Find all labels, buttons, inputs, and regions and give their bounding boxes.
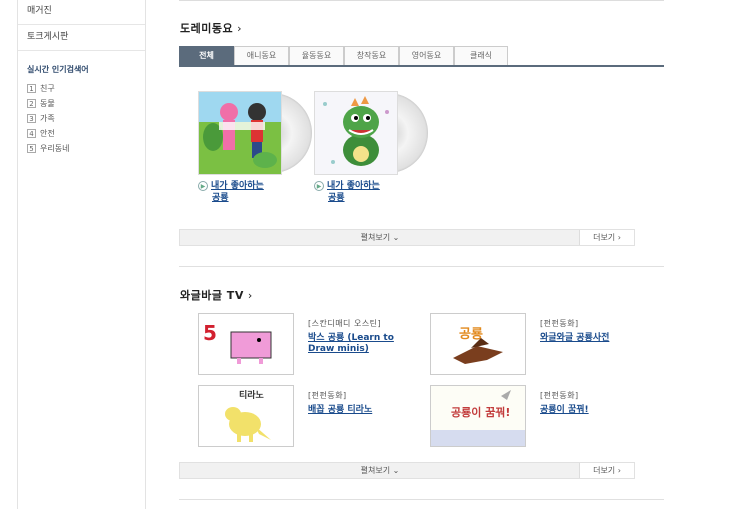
play-icon[interactable]: ▶ xyxy=(198,180,208,191)
chevron-down-icon: ⌄ xyxy=(392,233,400,242)
tab-all[interactable]: 전체 xyxy=(179,46,234,65)
section-title-text: 와글바글 TV xyxy=(180,289,244,302)
album-art-image xyxy=(198,91,282,175)
thumb-number-text: 5 xyxy=(203,321,217,345)
more-label: 더보기 xyxy=(593,233,616,242)
video-category: [펀펀동화] xyxy=(540,391,579,400)
video-thumbnail[interactable]: 공룡이 꿈꿔! xyxy=(430,385,526,447)
video-item[interactable]: 티라노 [펀펀동화] 배꼽 공룡 티라노 xyxy=(198,385,428,449)
video-title-link[interactable]: 와글와글 공룡사전 xyxy=(540,333,650,344)
video-item[interactable]: 공룡 [펀펀동화] 와글와글 공룡사전 xyxy=(430,313,660,377)
popular-search-item[interactable]: 1 친구 xyxy=(18,81,145,96)
sidebar-link-magazine[interactable]: 매거진 xyxy=(18,0,145,25)
video-title-link[interactable]: 배꼽 공룡 티라노 xyxy=(308,405,418,416)
popular-search-title: 실시간 인기검색어 xyxy=(27,65,89,74)
video-thumbnail[interactable]: 티라노 xyxy=(198,385,294,447)
rank-number: 3 xyxy=(27,114,36,123)
expand-button[interactable]: 펼쳐보기 ⌄ xyxy=(180,230,580,245)
video-thumbnail[interactable]: 5 xyxy=(198,313,294,375)
section-title-text: 도레미동요 xyxy=(180,22,234,35)
expand-label: 펼쳐보기 xyxy=(360,233,391,242)
album-title-line2: 공룡 xyxy=(212,193,229,203)
thumb-title-text: 티라노 xyxy=(239,389,265,401)
tab-dance-songs[interactable]: 율동동요 xyxy=(289,46,344,65)
tab-animation-songs[interactable]: 애니동요 xyxy=(234,46,289,65)
rank-number: 4 xyxy=(27,129,36,138)
expand-bar: 펼쳐보기 ⌄ 더보기 › xyxy=(179,462,635,479)
tab-english-songs[interactable]: 영어동요 xyxy=(399,46,454,65)
more-button[interactable]: 더보기 › xyxy=(579,463,634,478)
play-icon[interactable]: ▶ xyxy=(314,180,324,191)
popular-search-item[interactable]: 5 우리동네 xyxy=(18,141,145,156)
tab-classical[interactable]: 클래식 xyxy=(454,46,508,65)
section-title-wagle-tv[interactable]: 와글바글 TV › xyxy=(180,287,253,303)
album-card[interactable]: ▶ 내가 좋아하는공룡 xyxy=(314,91,428,204)
video-thumbnail[interactable]: 공룡 xyxy=(430,313,526,375)
album-card[interactable]: ▶ 내가 좋아하는공룡 xyxy=(198,91,312,204)
expand-label: 펼쳐보기 xyxy=(360,466,391,475)
more-button[interactable]: 더보기 › xyxy=(579,230,634,245)
section-title-doremi[interactable]: 도레미동요 › xyxy=(180,20,242,36)
album-title-line1: 내가 좋아하는 xyxy=(211,181,264,191)
rank-number: 1 xyxy=(27,84,36,93)
chevron-right-icon: › xyxy=(617,233,621,242)
album-title-link[interactable]: ▶ 내가 좋아하는공룡 xyxy=(198,180,298,204)
expand-bar: 펼쳐보기 ⌄ 더보기 › xyxy=(179,229,635,246)
video-category: [펀펀동화] xyxy=(540,319,579,328)
album-art-image xyxy=(314,91,398,175)
chevron-right-icon: › xyxy=(237,22,243,35)
rank-label: 친구 xyxy=(40,84,55,93)
popular-search-item[interactable]: 3 가족 xyxy=(18,111,145,126)
chevron-right-icon: › xyxy=(617,466,621,475)
album-cover[interactable] xyxy=(198,91,312,175)
album-title-link[interactable]: ▶ 내가 좋아하는공룡 xyxy=(314,180,414,204)
section-divider xyxy=(179,499,664,500)
popular-search-item[interactable]: 2 동물 xyxy=(18,96,145,111)
rank-label: 우리동네 xyxy=(40,144,70,153)
rank-number: 2 xyxy=(27,99,36,108)
sidebar-link-talk-board[interactable]: 토크게시판 xyxy=(18,25,145,51)
category-tabs: 전체 애니동요 율동동요 창작동요 영어동요 클래식 xyxy=(179,46,664,67)
more-label: 더보기 xyxy=(593,466,616,475)
video-title-link[interactable]: 공룡이 꿈꿔! xyxy=(540,405,650,416)
album-title-line2: 공룡 xyxy=(328,193,345,203)
rank-label: 동물 xyxy=(40,99,55,108)
tab-original-songs[interactable]: 창작동요 xyxy=(344,46,399,65)
rank-number: 5 xyxy=(27,144,36,153)
chevron-right-icon: › xyxy=(247,289,253,302)
video-category: [스칸디매디 오스틴] xyxy=(308,319,382,328)
album-cover[interactable] xyxy=(314,91,428,175)
expand-button[interactable]: 펼쳐보기 ⌄ xyxy=(180,463,580,478)
video-title-link[interactable]: 박스 공룡 (Learn to Draw minis) xyxy=(308,333,418,355)
section-divider xyxy=(179,266,664,267)
top-divider xyxy=(179,0,664,1)
rank-label: 가족 xyxy=(40,114,55,123)
video-category: [펀펀동화] xyxy=(308,391,347,400)
video-item[interactable]: 5 [스칸디매디 오스틴] 박스 공룡 (Learn to Draw minis… xyxy=(198,313,428,377)
thumb-title-text: 공룡이 꿈꿔! xyxy=(451,405,510,419)
popular-search-item[interactable]: 4 안전 xyxy=(18,126,145,141)
album-title-line1: 내가 좋아하는 xyxy=(327,181,380,191)
rank-label: 안전 xyxy=(40,129,55,138)
video-item[interactable]: 공룡이 꿈꿔! [펀펀동화] 공룡이 꿈꿔! xyxy=(430,385,660,449)
chevron-down-icon: ⌄ xyxy=(392,466,400,475)
left-sidebar: 매거진 토크게시판 실시간 인기검색어 1 친구 2 동물 3 가족 4 안전 5 우리동… xyxy=(17,0,146,509)
